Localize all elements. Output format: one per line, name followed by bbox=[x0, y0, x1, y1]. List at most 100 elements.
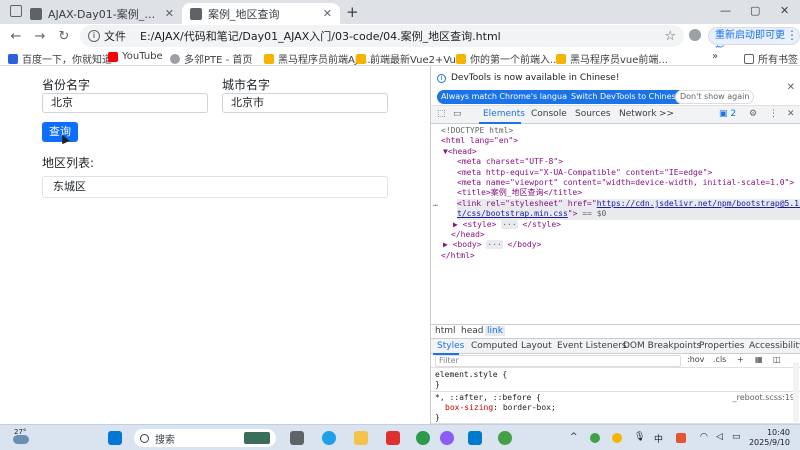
maximize-icon[interactable]: ▢ bbox=[750, 4, 760, 17]
dom-head-close[interactable]: </head> bbox=[451, 230, 485, 240]
dom-style[interactable]: ▶ <style> ··· </style> bbox=[453, 219, 561, 230]
tray-overflow-chevron[interactable]: ^ bbox=[570, 432, 578, 442]
new-tab-button[interactable]: + bbox=[346, 3, 359, 21]
tray-app-icon[interactable] bbox=[676, 433, 686, 443]
tab-event-listeners[interactable]: Event Listeners bbox=[557, 341, 627, 351]
weather-cloud-icon[interactable] bbox=[13, 435, 29, 444]
weather-temperature[interactable]: 27° bbox=[14, 428, 26, 436]
dom-doctype[interactable]: <!DOCTYPE html> bbox=[441, 126, 513, 136]
bookmark-item[interactable]: 前端最新Vue2+Vu... bbox=[356, 51, 465, 66]
tab-search-icon[interactable] bbox=[10, 5, 22, 17]
bookmark-star-icon[interactable]: ☆ bbox=[664, 29, 676, 44]
tab-dom-breakpoints[interactable]: DOM Breakpoints bbox=[623, 341, 701, 351]
expand-arrow-icon[interactable]: ▶ bbox=[443, 240, 453, 249]
tray-app-icon[interactable] bbox=[612, 433, 622, 443]
minimize-icon[interactable]: — bbox=[720, 4, 731, 17]
url-text[interactable]: E:/AJAX/代码和笔记/Day01_AJAX入门/03-code/04.案例… bbox=[140, 28, 501, 44]
dom-meta-charset[interactable]: <meta charset="UTF-8"> bbox=[457, 157, 563, 167]
more-tabs-button[interactable]: >> bbox=[659, 109, 674, 119]
reload-icon[interactable]: ↻ bbox=[52, 29, 76, 44]
hover-state-toggle[interactable]: :hov bbox=[687, 355, 704, 364]
styles-filter-input[interactable]: Filter bbox=[435, 355, 681, 367]
dom-head-open[interactable]: ▼<head> bbox=[443, 147, 477, 157]
close-tab-icon[interactable]: ✕ bbox=[323, 7, 332, 20]
bookmark-item[interactable]: 黑马程序员vue前端... bbox=[556, 51, 668, 66]
dom-html-open[interactable]: <html lang="en"> bbox=[441, 136, 518, 146]
tab-computed[interactable]: Computed bbox=[471, 341, 518, 351]
tab-elements[interactable]: Elements bbox=[483, 109, 525, 119]
forward-icon[interactable]: → bbox=[28, 29, 52, 44]
element-style-rule[interactable]: element.style { bbox=[435, 370, 507, 380]
dom-link-selected[interactable]: <link rel="stylesheet" href="https://cdn… bbox=[457, 198, 800, 210]
box-sizing-declaration[interactable]: box-sizing: border-box; bbox=[445, 403, 556, 413]
battery-icon[interactable]: ▭ bbox=[732, 432, 741, 442]
breadcrumb-link[interactable]: link bbox=[485, 326, 505, 336]
info-icon[interactable]: i bbox=[88, 30, 100, 42]
computed-sidebar-icon[interactable]: ▦ bbox=[755, 355, 763, 364]
app-icon[interactable] bbox=[498, 431, 512, 445]
node-actions-ellipsis[interactable]: … bbox=[433, 199, 438, 209]
bootstrap-css-link[interactable]: https://cdn.jsdelivr.net/npm/bootstrap@5… bbox=[597, 199, 800, 208]
tray-app-icon[interactable] bbox=[590, 433, 600, 443]
system-clock[interactable]: 10:40 2025/9/10 bbox=[749, 428, 790, 448]
settings-gear-icon[interactable]: ⚙ bbox=[749, 109, 757, 119]
tab-styles[interactable]: Styles bbox=[437, 341, 464, 351]
ime-indicator[interactable]: 中 bbox=[654, 432, 663, 445]
more-bookmarks-button[interactable]: » bbox=[712, 51, 718, 62]
star-selector-rule[interactable]: *, ::after, ::before { bbox=[435, 393, 541, 403]
tab-network[interactable]: Network bbox=[619, 109, 657, 119]
task-view-icon[interactable] bbox=[290, 431, 304, 445]
more-menu-icon[interactable]: ⋮ bbox=[786, 28, 798, 42]
dom-link-selected-cont[interactable]: t/css/bootstrap.min.css"> == $0 bbox=[457, 209, 800, 220]
windows-start-icon[interactable] bbox=[108, 431, 122, 445]
expand-arrow-icon[interactable]: ▶ bbox=[453, 220, 463, 229]
profile-avatar-icon[interactable] bbox=[689, 29, 701, 41]
tab-layout[interactable]: Layout bbox=[521, 341, 552, 351]
styles-scrollbar[interactable] bbox=[793, 362, 799, 422]
wifi-icon[interactable]: ◠ bbox=[700, 432, 708, 442]
close-window-icon[interactable]: ✕ bbox=[780, 4, 789, 17]
province-input[interactable]: 北京 bbox=[42, 93, 208, 113]
all-bookmarks-button[interactable]: 所有书签 bbox=[744, 51, 798, 66]
reboot-source-link[interactable]: _reboot.scss:19 bbox=[733, 393, 795, 403]
device-toolbar-icon[interactable]: ▭ bbox=[453, 109, 462, 119]
switch-to-chinese-button[interactable]: Switch DevTools to Chinese bbox=[567, 90, 685, 104]
app-icon[interactable] bbox=[440, 431, 454, 445]
address-bar[interactable]: i 文件 E:/AJAX/代码和笔记/Day01_AJAX入门/03-code/… bbox=[80, 25, 684, 47]
dont-show-again-button[interactable]: Don't show again bbox=[675, 90, 755, 104]
chrome-icon[interactable] bbox=[416, 431, 430, 445]
close-tab-icon[interactable]: ✕ bbox=[165, 7, 174, 20]
collapsed-content-badge[interactable]: ··· bbox=[501, 219, 518, 229]
bookmark-item[interactable]: 多邻PTE - 首页 bbox=[170, 51, 252, 66]
volume-icon[interactable]: ◁ bbox=[716, 432, 723, 442]
dom-title[interactable]: <title>案例_地区查询</title> bbox=[457, 188, 582, 198]
breadcrumb-html[interactable]: html bbox=[435, 326, 456, 336]
city-input[interactable]: 北京市 bbox=[222, 93, 388, 113]
wps-office-icon[interactable] bbox=[386, 431, 400, 445]
breadcrumb-head[interactable]: head bbox=[461, 326, 483, 336]
file-explorer-icon[interactable] bbox=[354, 431, 368, 445]
dom-meta-viewport[interactable]: <meta name="viewport" content="width=dev… bbox=[457, 178, 794, 188]
collapsed-content-badge[interactable]: ··· bbox=[486, 240, 503, 250]
class-toggle[interactable]: .cls bbox=[713, 355, 726, 364]
microphone-icon[interactable]: 🎙 bbox=[634, 432, 645, 442]
toggle-sidebar-icon[interactable]: ◫ bbox=[773, 355, 781, 364]
bookmark-item[interactable]: YouTube bbox=[108, 51, 163, 62]
dom-meta-compat[interactable]: <meta http-equiv="X-UA-Compatible" conte… bbox=[457, 168, 712, 178]
edge-browser-icon[interactable] bbox=[322, 431, 336, 445]
bookmark-item[interactable]: 百度一下，你就知道 bbox=[8, 51, 112, 66]
close-icon[interactable]: ✕ bbox=[787, 82, 795, 93]
close-devtools-icon[interactable]: ✕ bbox=[787, 109, 795, 119]
tab-console[interactable]: Console bbox=[531, 109, 567, 119]
back-icon[interactable]: ← bbox=[4, 29, 28, 44]
tab-active[interactable]: 案例_地区查询 ✕ bbox=[182, 3, 340, 24]
vscode-icon[interactable] bbox=[468, 431, 482, 445]
inspect-element-icon[interactable]: ⬚ bbox=[437, 109, 446, 119]
tab-inactive[interactable]: AJAX-Day01-案例_地区查询 ✕ bbox=[22, 3, 182, 24]
tab-accessibility[interactable]: Accessibility bbox=[749, 341, 800, 351]
dom-html-close[interactable]: </html> bbox=[441, 251, 475, 261]
bookmark-item[interactable]: 你的第一个前端入... bbox=[456, 51, 560, 66]
taskbar-search[interactable]: 搜索 bbox=[134, 429, 276, 447]
tab-properties[interactable]: Properties bbox=[699, 341, 744, 351]
new-rule-button[interactable]: + bbox=[737, 355, 744, 364]
